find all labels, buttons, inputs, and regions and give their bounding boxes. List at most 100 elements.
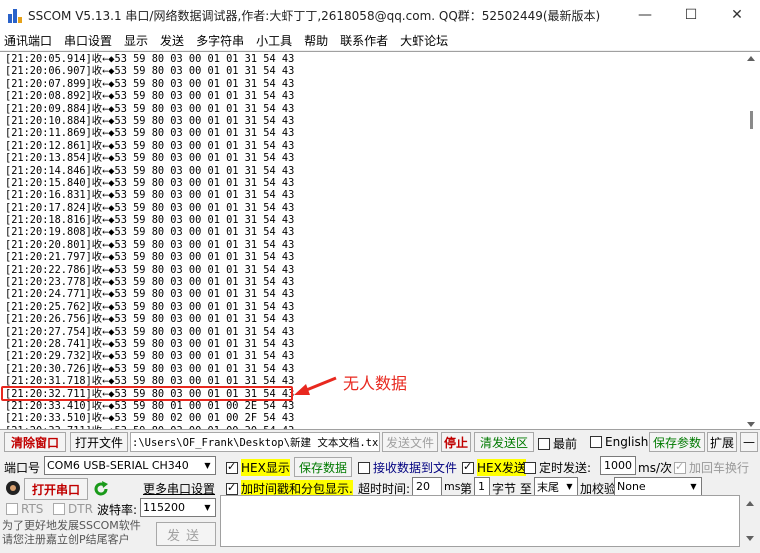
toolbar: 清除窗口 打开文件 :\Users\OF_Frank\Desktop\新建 文本… (0, 432, 760, 453)
send-file-button[interactable]: 发送文件 (382, 432, 438, 452)
send-input[interactable] (220, 495, 740, 547)
chevron-down-icon[interactable]: ▼ (686, 478, 701, 495)
file-path-field[interactable]: :\Users\OF_Frank\Desktop\新建 文本文档.txt (130, 432, 380, 452)
line-data: 53 59 80 03 00 01 01 31 54 43 (114, 102, 295, 115)
menu-port[interactable]: 通讯端口 (4, 32, 52, 49)
add-crlf-box[interactable] (674, 460, 686, 474)
app-icon (8, 7, 22, 23)
minimize-button[interactable]: — (622, 0, 668, 30)
chevron-down-icon[interactable]: ▼ (562, 478, 577, 495)
collapse-button[interactable]: — (740, 432, 758, 452)
line-direction: 收←◆ (91, 337, 115, 350)
rts-checkbox[interactable]: RTS (6, 502, 43, 516)
send-scrollbar[interactable] (741, 495, 758, 547)
hex-display-label: HEX显示 (241, 459, 290, 476)
line-timestamp: [21:20:08.892] (5, 90, 92, 103)
hex-send-box[interactable] (462, 460, 474, 474)
scroll-down-icon[interactable] (746, 536, 754, 541)
rts-box[interactable] (6, 503, 18, 515)
recv-to-file-checkbox[interactable]: 接收数据到文件 (358, 459, 457, 476)
receive-line: [21:20:17.824]收←◆53 59 80 03 00 01 01 31… (5, 202, 294, 214)
add-crlf-checkbox[interactable]: 加回车换行 (674, 459, 749, 476)
menu-send[interactable]: 发送 (160, 32, 184, 49)
open-file-button[interactable]: 打开文件 (70, 432, 128, 452)
tail-select[interactable]: 末尾 ▼ (534, 477, 578, 496)
recv-to-file-box[interactable] (358, 461, 370, 474)
line-timestamp: [21:20:26.756] (5, 313, 92, 326)
hex-display-checkbox[interactable]: HEX显示 (226, 459, 290, 476)
line-data: 53 59 80 03 00 01 01 31 54 43 (114, 226, 295, 239)
line-direction: 收←◆ (91, 412, 115, 425)
line-timestamp: [21:20:19.808] (5, 226, 92, 239)
open-port-button[interactable]: 打开串口 (24, 478, 88, 500)
line-data: 53 59 80 03 00 01 01 31 54 43 (114, 201, 295, 214)
close-button[interactable]: ✕ (714, 0, 760, 30)
byte-index-input[interactable]: 1 (474, 477, 490, 496)
clear-send-button[interactable]: 清发送区 (474, 432, 534, 452)
english-checkbox[interactable]: English (590, 435, 648, 449)
topmost-box[interactable] (538, 437, 550, 450)
port-status-icon (6, 481, 20, 495)
expand-button[interactable]: 扩展 (707, 432, 737, 452)
menu-forum[interactable]: 大虾论坛 (400, 32, 448, 49)
line-direction: 收←◆ (91, 201, 115, 214)
clear-window-button[interactable]: 清除窗口 (4, 432, 66, 452)
line-timestamp: [21:20:33.711] (5, 425, 92, 429)
timed-send-box[interactable] (524, 461, 536, 474)
line-timestamp: [21:20:13.854] (5, 152, 92, 165)
refresh-icon[interactable] (93, 480, 109, 498)
scroll-thumb[interactable] (750, 111, 753, 129)
scroll-up-icon[interactable] (747, 56, 755, 61)
baud-select[interactable]: 115200 ▼ (140, 498, 216, 517)
line-direction: 收←◆ (91, 176, 115, 189)
menu-serial-settings[interactable]: 串口设置 (64, 32, 112, 49)
dtr-box[interactable] (53, 503, 65, 515)
receive-line: [21:20:12.861]收←◆53 59 80 03 00 01 01 31… (5, 140, 294, 152)
rts-label: RTS (21, 502, 44, 516)
timestamp-box[interactable] (226, 481, 238, 495)
chevron-down-icon[interactable]: ▼ (200, 457, 215, 474)
checksum-select[interactable]: None ▼ (614, 477, 702, 496)
menu-tools[interactable]: 小工具 (256, 32, 292, 49)
hex-display-box[interactable] (226, 460, 238, 474)
timeout-input[interactable]: 20 (412, 477, 442, 496)
line-data: 53 59 80 03 00 01 01 31 54 43 (114, 77, 295, 90)
more-settings-link[interactable]: 更多串口设置 (143, 480, 215, 497)
maximize-button[interactable]: ☐ (668, 0, 714, 30)
send-button[interactable]: 发送 (156, 522, 216, 546)
line-timestamp: [21:20:24.771] (5, 288, 92, 301)
receive-scrollbar[interactable] (743, 52, 760, 429)
line-direction: 收←◆ (91, 263, 115, 276)
line-data: 53 59 80 01 00 01 00 2E 54 43 (114, 399, 295, 412)
promo-text[interactable]: 为了更好地发展SSCOM软件 请您注册嘉立创P结尾客户 (2, 519, 141, 547)
menu-multi-string[interactable]: 多字符串 (196, 32, 244, 49)
tail-value: 末尾 (537, 480, 559, 494)
receive-line: [21:20:10.884]收←◆53 59 80 03 00 01 01 31… (5, 115, 294, 127)
line-direction: 收←◆ (91, 53, 115, 65)
scroll-up-icon[interactable] (746, 501, 754, 506)
promo-line-1: 为了更好地发展SSCOM软件 (2, 519, 141, 532)
timed-send-checkbox[interactable]: 定时发送: (524, 459, 591, 476)
save-data-button[interactable]: 保存数据 (294, 457, 352, 477)
topmost-checkbox[interactable]: 最前 (538, 435, 577, 452)
hex-send-checkbox[interactable]: HEX发送 (462, 459, 526, 476)
english-box[interactable] (590, 436, 602, 448)
receive-area[interactable]: [21:20:05.914]收←◆53 59 80 03 00 01 01 31… (0, 51, 760, 430)
stop-button[interactable]: 停止 (441, 432, 471, 452)
interval-input[interactable]: 1000 (600, 456, 636, 475)
line-timestamp: [21:20:06.907] (5, 65, 92, 78)
line-direction: 收←◆ (91, 362, 115, 375)
scroll-down-icon[interactable] (747, 422, 755, 427)
line-data: 53 59 80 03 00 01 01 31 54 43 (114, 53, 295, 65)
line-timestamp: [21:20:17.824] (5, 201, 92, 214)
title-bar: SSCOM V5.13.1 串口/网络数据调试器,作者:大虾丁丁,2618058… (0, 0, 760, 30)
menu-help[interactable]: 帮助 (304, 32, 328, 49)
dtr-checkbox[interactable]: DTR (53, 502, 93, 516)
port-select[interactable]: COM6 USB-SERIAL CH340 ▼ (44, 456, 216, 475)
menu-display[interactable]: 显示 (124, 32, 148, 49)
chevron-down-icon[interactable]: ▼ (200, 499, 215, 516)
settings-panel: 端口号 COM6 USB-SERIAL CH340 ▼ 打开串口 更多串口设置 R… (0, 455, 760, 553)
menu-contact[interactable]: 联系作者 (340, 32, 388, 49)
line-direction: 收←◆ (91, 214, 115, 227)
save-params-button[interactable]: 保存参数 (649, 432, 705, 452)
